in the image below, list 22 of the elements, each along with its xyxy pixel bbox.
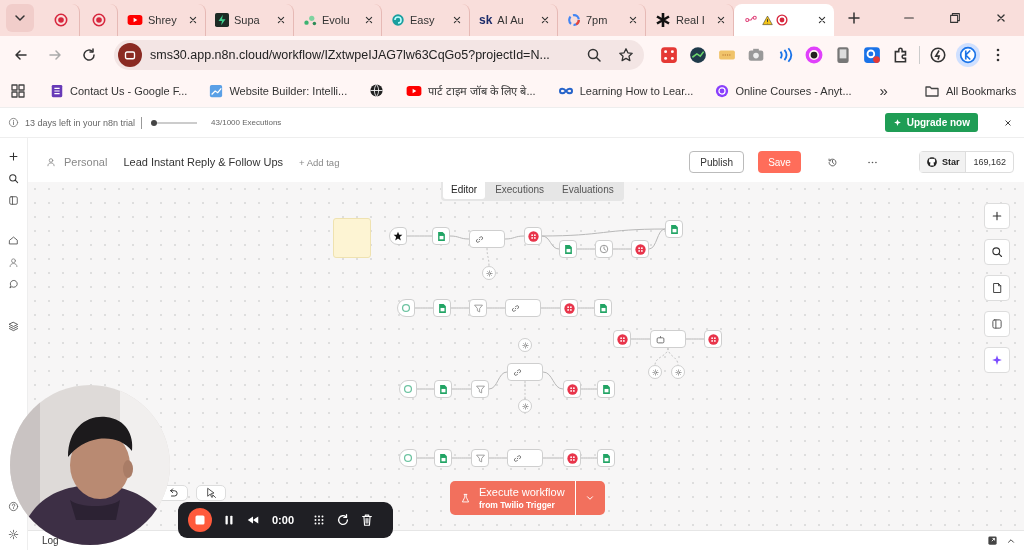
bookmark[interactable]: Website Builder: Intelli... <box>201 80 356 101</box>
publish-button[interactable]: Publish <box>689 151 745 173</box>
bookmark[interactable]: Online Courses - Anyt... <box>707 80 860 101</box>
bookmark[interactable]: Contact Us - Google F... <box>42 80 196 101</box>
recording-time: 0:00 <box>272 514 295 526</box>
more-bookmarks-button[interactable]: » <box>871 79 896 102</box>
add-tag-link[interactable]: + Add tag <box>299 156 340 168</box>
logs-label[interactable]: Log <box>42 535 59 546</box>
trial-notice: 13 days left in your n8n trial <box>25 117 136 128</box>
executions-count: 43/1000 Executions <box>211 118 282 127</box>
star-count: 169,162 <box>965 152 1013 172</box>
bookmark[interactable]: पार्ट टाइम जॉब के लिए बे... <box>398 80 544 101</box>
github-star-button[interactable]: Star <box>919 152 966 172</box>
workflow-name[interactable]: Lead Instant Reply & Follow Ups <box>123 156 283 168</box>
bookmark[interactable]: Learning How to Lear... <box>549 81 702 100</box>
all-bookmarks-button[interactable]: All Bookmarks <box>915 79 1024 102</box>
project-link[interactable]: Personal <box>64 156 108 168</box>
view-tab[interactable]: Executions <box>487 182 553 199</box>
view-tab[interactable]: Evaluations <box>554 182 622 199</box>
address-bar[interactable]: sms30.app.n8n.cloud/workflow/IZxtwpeIJAG7lw63CqGo5?projectId=N... <box>114 40 644 70</box>
view-tab[interactable]: Editor <box>443 182 486 199</box>
site-logo: sk <box>479 13 493 27</box>
